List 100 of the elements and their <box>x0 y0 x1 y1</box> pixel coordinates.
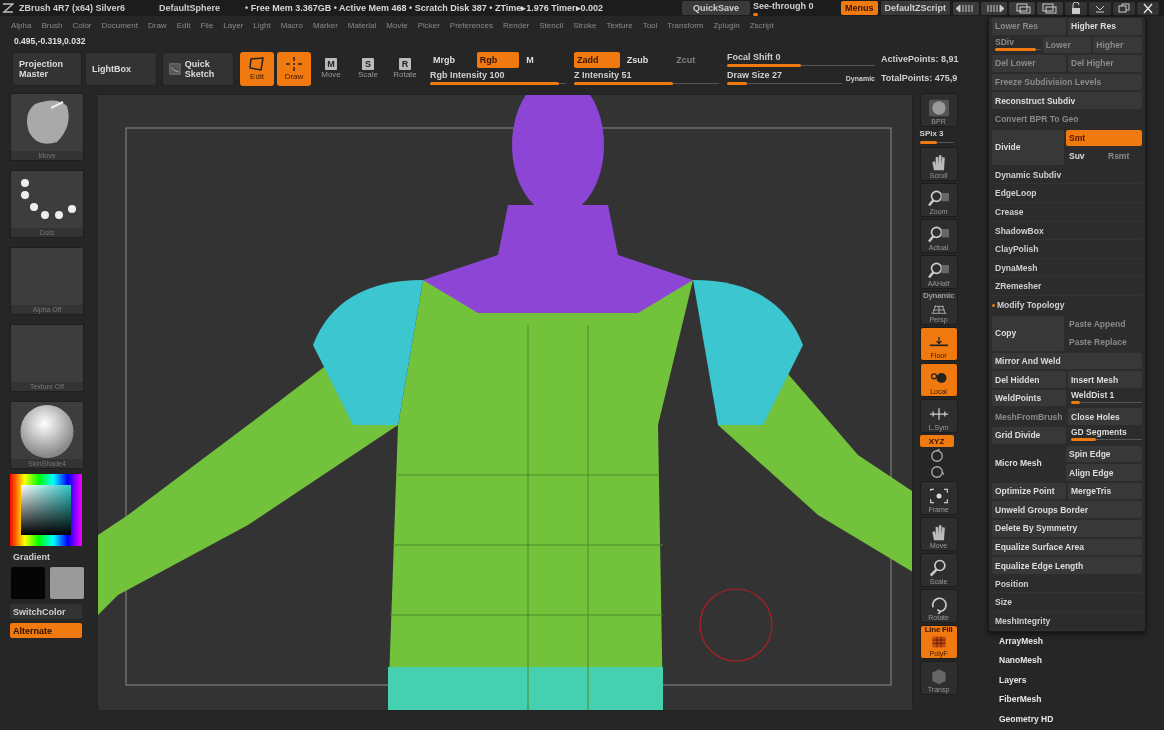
panel-button[interactable]: Delete By Symmetry <box>992 520 1142 537</box>
menu-item[interactable]: Zscript <box>749 20 774 30</box>
lightbox-button[interactable]: LightBox <box>85 51 157 86</box>
sculpt-mode-button[interactable]: Zadd <box>574 51 620 68</box>
panel-button[interactable]: Align Edge <box>1066 464 1142 481</box>
subpalette-title[interactable]: FiberMesh <box>988 690 1164 710</box>
mode-button[interactable]: R Rotate <box>388 51 422 86</box>
menu-item[interactable]: Stencil <box>539 20 564 30</box>
menu-item[interactable]: Micro Mesh <box>992 445 1064 481</box>
panel-button[interactable]: Equalize Edge Length <box>992 557 1142 574</box>
menus-button[interactable]: Menus <box>841 1 878 15</box>
panel-button[interactable]: Higher Res <box>1068 18 1142 35</box>
rgb-intensity-slider[interactable]: Rgb Intensity 100 <box>430 69 566 86</box>
menu-item[interactable]: Alpha <box>11 20 32 30</box>
menu-item[interactable]: Color <box>72 20 92 30</box>
color-mode-button[interactable]: Rgb <box>476 51 520 68</box>
mode-button[interactable]: Draw <box>277 51 311 86</box>
menu-item[interactable]: Picker <box>417 20 440 30</box>
see-through-slider[interactable]: See-through 0 <box>753 0 835 16</box>
panel-button[interactable]: Smt <box>1066 129 1142 147</box>
sculpt-mode-button[interactable]: Zsub <box>623 51 670 68</box>
panel-button[interactable]: Reconstruct Subdiv <box>992 92 1142 109</box>
panel-button[interactable]: Close Holes <box>1068 408 1142 426</box>
menu-item[interactable]: Texture <box>606 20 633 30</box>
slider[interactable]: GD Segments <box>1068 427 1142 444</box>
window-icon[interactable] <box>1009 1 1036 15</box>
close-icon[interactable] <box>1137 1 1160 15</box>
color-swatch[interactable] <box>49 566 85 600</box>
menu-item[interactable]: File <box>200 20 214 30</box>
menu-item[interactable]: DynaMesh <box>992 258 1142 278</box>
menu-item[interactable]: Material <box>347 20 377 30</box>
projection-master-button[interactable]: Projection Master <box>12 51 82 86</box>
symmetry-axis-button[interactable]: XYZ <box>919 435 954 447</box>
menu-item[interactable]: Dynamic Subdiv <box>992 165 1142 185</box>
z-intensity-slider[interactable]: Z Intensity 51 <box>574 69 719 86</box>
menu-item[interactable]: Zplugin <box>713 20 740 30</box>
menu-item[interactable]: Tool <box>642 20 658 30</box>
magnifier-icon <box>925 224 952 244</box>
panel-button[interactable]: Spin Edge <box>1066 445 1142 463</box>
subpalette-title[interactable]: ArrayMesh <box>988 631 1164 652</box>
color-mode-button[interactable]: Mrgb <box>430 51 473 68</box>
menu-item[interactable]: ShadowBox <box>992 221 1142 241</box>
panel-button[interactable]: Mirror And Weld <box>992 352 1142 370</box>
subpalette-title[interactable]: NanoMesh <box>988 651 1164 671</box>
mode-button[interactable]: Edit <box>240 51 274 86</box>
menu-item[interactable]: Draw <box>147 20 167 30</box>
alternate-button[interactable]: Alternate <box>10 623 82 638</box>
slider[interactable]: WeldDist 1 <box>1068 389 1142 407</box>
menu-item[interactable]: Macro <box>280 20 303 30</box>
menu-item[interactable]: Suv <box>1066 148 1103 165</box>
panel-button[interactable]: WeldPoints <box>992 389 1066 407</box>
script-button[interactable]: DefaultZScript <box>880 1 951 15</box>
color-picker[interactable] <box>10 474 82 546</box>
menu-item[interactable]: MeshIntegrity <box>992 612 1142 631</box>
menu-item[interactable]: Render <box>503 20 530 30</box>
subpalette-title[interactable]: Geometry HD <box>988 709 1164 730</box>
menu-item[interactable]: EdgeLoop <box>992 184 1142 203</box>
color-swatch[interactable] <box>10 566 46 600</box>
arrow-left-icon[interactable] <box>953 1 980 15</box>
draw-size-slider[interactable]: Draw Size 27 <box>727 69 842 86</box>
menu-item[interactable]: Position <box>992 574 1142 594</box>
quicksave-button[interactable]: QuickSave <box>682 1 750 15</box>
panel-button[interactable]: Optimize Point <box>992 482 1066 500</box>
window-icon[interactable] <box>1037 1 1064 15</box>
menu-item[interactable]: Layer <box>223 20 244 30</box>
arrow-right-icon[interactable] <box>981 1 1008 15</box>
menu-item[interactable]: Edit <box>176 20 191 30</box>
mode-button[interactable]: S Scale <box>351 51 385 86</box>
menu-item[interactable]: Transform <box>667 20 704 30</box>
menu-item[interactable]: Brush <box>41 20 63 30</box>
quick-sketch-button[interactable]: Quick Sketch <box>162 51 234 86</box>
color-mode-button[interactable]: M <box>523 51 566 68</box>
panel-button[interactable]: Equalize Surface Area <box>992 538 1142 556</box>
panel-button[interactable]: Grid Divide <box>992 427 1066 444</box>
lock-icon[interactable] <box>1065 1 1088 15</box>
panel-button[interactable]: Copy <box>992 315 1064 351</box>
subpalette-title[interactable]: Layers <box>988 670 1164 691</box>
menu-item[interactable]: Marker <box>312 20 338 30</box>
menu-item[interactable]: Document <box>101 20 138 30</box>
restore-icon[interactable] <box>1113 1 1136 15</box>
panel-button[interactable]: MergeTris <box>1068 482 1142 500</box>
menu-item[interactable]: ZRemesher <box>992 277 1142 296</box>
menu-item[interactable]: ClayPolish <box>992 240 1142 259</box>
menu-item[interactable]: Stroke <box>573 20 597 30</box>
panel-button[interactable]: Divide <box>992 129 1064 165</box>
logo-icon <box>2 2 14 14</box>
panel-button[interactable]: Unweld Groups Border <box>992 501 1142 519</box>
minimize-icon[interactable] <box>1089 1 1112 15</box>
menu-item[interactable]: Size <box>992 593 1142 612</box>
switch-color-button[interactable]: SwitchColor <box>10 604 82 619</box>
mode-button[interactable]: M Move <box>314 51 348 86</box>
menu-item[interactable]: Movie <box>386 20 408 30</box>
menu-item[interactable]: Crease <box>992 202 1142 222</box>
focal-shift-slider[interactable]: Focal Shift 0 <box>727 51 875 68</box>
panel-button[interactable]: Del Hidden <box>992 371 1066 388</box>
panel-button[interactable]: Insert Mesh <box>1068 371 1142 388</box>
menu-item[interactable]: Light <box>253 20 271 30</box>
section-title[interactable]: Modify Topology <box>997 300 1065 311</box>
menu-item[interactable]: Preferences <box>449 20 493 30</box>
spix-slider[interactable]: SPix 3 <box>919 129 954 145</box>
